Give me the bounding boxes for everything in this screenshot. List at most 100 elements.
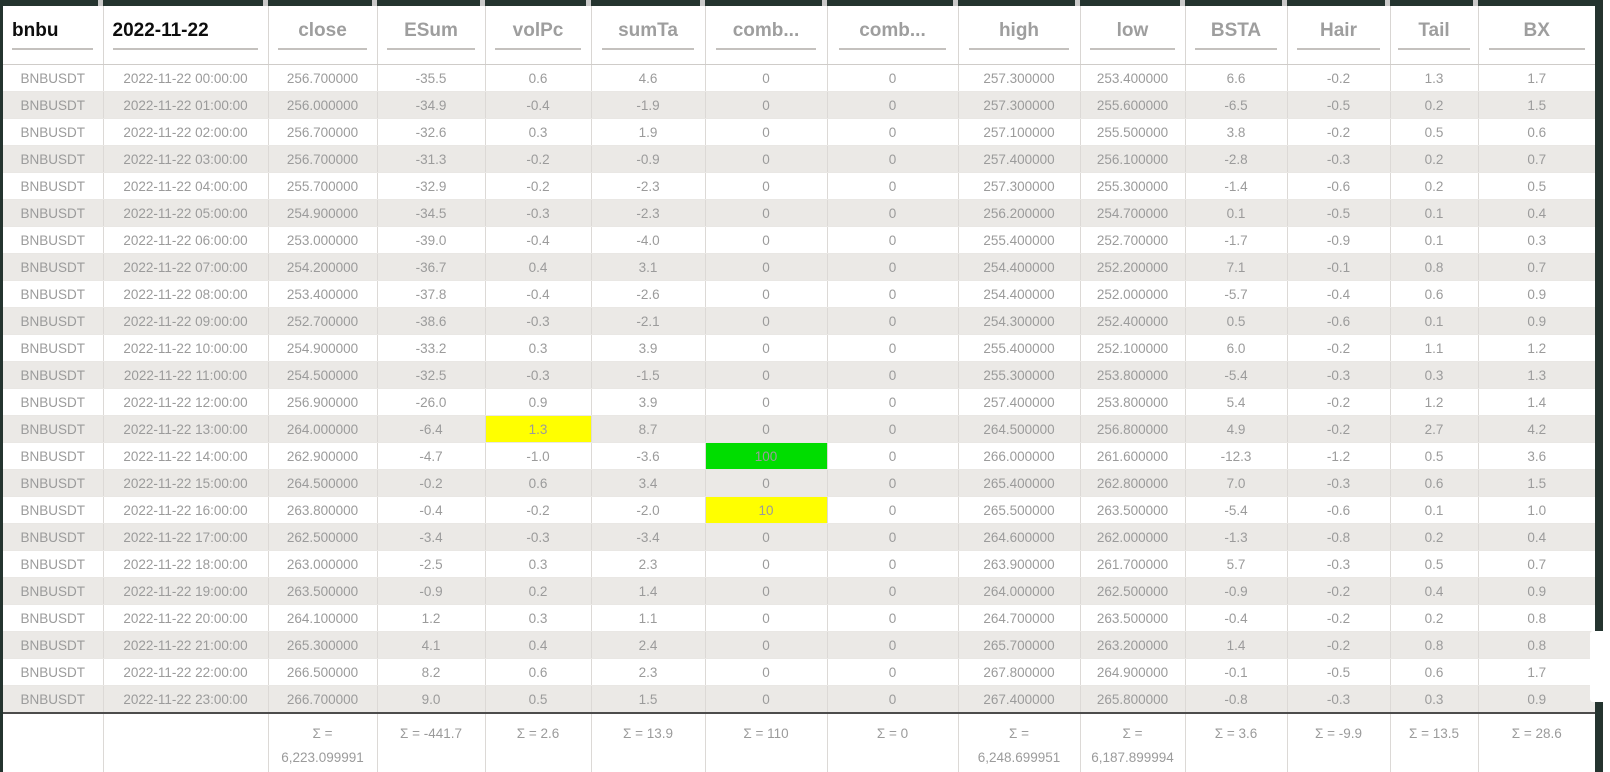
table-row[interactable]: BNBUSDT 2022-11-22 11:00:00 254.500000 -32.…: [3, 361, 1595, 389]
cell: 256.900000: [268, 388, 378, 416]
cell: -1.7: [1185, 226, 1288, 254]
table-row[interactable]: BNBUSDT 2022-11-22 13:00:00 264.000000 -6.4…: [3, 415, 1595, 443]
scrollbar-thumb[interactable]: [1590, 631, 1610, 702]
table-row[interactable]: BNBUSDT 2022-11-22 12:00:00 256.900000 -26.…: [3, 388, 1595, 416]
cell: 252.100000: [1080, 334, 1186, 362]
column-header-label: comb...: [732, 19, 800, 41]
table-row[interactable]: BNBUSDT 2022-11-22 04:00:00 255.700000 -32.…: [3, 172, 1595, 200]
cell: 264.000000: [958, 577, 1081, 605]
top-bar-segment: [1478, 0, 1595, 6]
cell: 0: [827, 172, 959, 200]
cell: 257.300000: [958, 172, 1081, 200]
column-header-comb[interactable]: comb...: [827, 6, 959, 65]
column-header-bnbu[interactable]: bnbu: [3, 6, 104, 65]
table-row[interactable]: BNBUSDT 2022-11-22 02:00:00 256.700000 -32.…: [3, 118, 1595, 146]
table-row[interactable]: BNBUSDT 2022-11-22 20:00:00 264.100000 1.2 0…: [3, 604, 1595, 632]
cell: 256.700000: [268, 118, 378, 146]
table-row[interactable]: BNBUSDT 2022-11-22 17:00:00 262.500000 -3.4…: [3, 523, 1595, 551]
cell: 0.2: [1390, 172, 1479, 200]
cell: BNBUSDT: [3, 415, 104, 443]
table-row[interactable]: BNBUSDT 2022-11-22 07:00:00 254.200000 -36.…: [3, 253, 1595, 281]
table-row[interactable]: BNBUSDT 2022-11-22 01:00:00 256.000000 -34.…: [3, 91, 1595, 119]
cell: 3.9: [591, 388, 706, 416]
cell: -38.6: [377, 307, 486, 335]
cell: 2022-11-22 09:00:00: [103, 307, 269, 335]
cell: 1.7: [1478, 64, 1595, 92]
column-header-2022-11-22[interactable]: 2022-11-22: [103, 6, 269, 65]
table-body: BNBUSDT 2022-11-22 00:00:00 256.700000 -35.…: [3, 64, 1595, 714]
cell: 2.3: [591, 550, 706, 578]
cell: 256.700000: [268, 145, 378, 173]
column-header-low[interactable]: low: [1080, 6, 1186, 65]
cell: 1.4: [1185, 631, 1288, 659]
column-header-sumta[interactable]: sumTa: [591, 6, 706, 65]
cell: 0.3: [1390, 685, 1479, 714]
cell: 0.1: [1390, 496, 1479, 524]
cell: 265.700000: [958, 631, 1081, 659]
cell: 253.800000: [1080, 361, 1186, 389]
table-row[interactable]: BNBUSDT 2022-11-22 10:00:00 254.900000 -33.…: [3, 334, 1595, 362]
table-row[interactable]: BNBUSDT 2022-11-22 18:00:00 263.000000 -2.5…: [3, 550, 1595, 578]
cell: 2022-11-22 02:00:00: [103, 118, 269, 146]
cell: 254.400000: [958, 253, 1081, 281]
cell: 0.3: [485, 118, 592, 146]
cell: 253.400000: [1080, 64, 1186, 92]
table-row[interactable]: BNBUSDT 2022-11-22 14:00:00 262.900000 -4.7…: [3, 442, 1595, 470]
cell: 0.8: [1390, 631, 1479, 659]
cell: -32.5: [377, 361, 486, 389]
cell: -0.9: [1185, 577, 1288, 605]
column-header-hair[interactable]: Hair: [1287, 6, 1391, 65]
table-row[interactable]: BNBUSDT 2022-11-22 09:00:00 252.700000 -38.…: [3, 307, 1595, 335]
cell: 263.800000: [268, 496, 378, 524]
cell: -0.6: [1287, 172, 1391, 200]
table-row[interactable]: BNBUSDT 2022-11-22 21:00:00 265.300000 4.1 0…: [3, 631, 1595, 659]
column-header-high[interactable]: high: [958, 6, 1081, 65]
cell: -2.3: [591, 199, 706, 227]
cell: 5.4: [1185, 388, 1288, 416]
column-header-bx[interactable]: BX: [1478, 6, 1595, 65]
total-cell: Σ = 13.5: [1390, 712, 1479, 772]
cell: 2022-11-22 18:00:00: [103, 550, 269, 578]
column-header-esum[interactable]: ESum: [377, 6, 486, 65]
table-row[interactable]: BNBUSDT 2022-11-22 05:00:00 254.900000 -34.…: [3, 199, 1595, 227]
column-header-volpc[interactable]: volPc: [485, 6, 592, 65]
cell: 263.900000: [958, 550, 1081, 578]
cell: 2022-11-22 22:00:00: [103, 658, 269, 686]
column-header-label: high: [998, 19, 1040, 41]
header-underline: [1296, 47, 1381, 50]
cell: 254.900000: [268, 334, 378, 362]
cell: 0.2: [1390, 145, 1479, 173]
table-row[interactable]: BNBUSDT 2022-11-22 15:00:00 264.500000 -0.2…: [3, 469, 1595, 497]
column-header-bsta[interactable]: BSTA: [1185, 6, 1288, 65]
table-row[interactable]: BNBUSDT 2022-11-22 22:00:00 266.500000 8.2 0…: [3, 658, 1595, 686]
table-row[interactable]: BNBUSDT 2022-11-22 08:00:00 253.400000 -37.…: [3, 280, 1595, 308]
cell: 0: [827, 253, 959, 281]
cell: -0.1: [1185, 658, 1288, 686]
column-header-comb[interactable]: comb...: [705, 6, 828, 65]
table-row[interactable]: BNBUSDT 2022-11-22 06:00:00 253.000000 -39.…: [3, 226, 1595, 254]
cell: -0.6: [1287, 307, 1391, 335]
cell: 263.000000: [268, 550, 378, 578]
column-header-label: volPc: [512, 19, 564, 41]
table-row[interactable]: BNBUSDT 2022-11-22 00:00:00 256.700000 -35.…: [3, 64, 1595, 92]
cell: 2022-11-22 12:00:00: [103, 388, 269, 416]
column-header-close[interactable]: close: [268, 6, 378, 65]
cell: 0.3: [485, 550, 592, 578]
cell: 0.1: [1390, 199, 1479, 227]
cell: 253.000000: [268, 226, 378, 254]
cell: -0.4: [485, 226, 592, 254]
table-row[interactable]: BNBUSDT 2022-11-22 23:00:00 266.700000 9.0 0…: [3, 685, 1595, 714]
highlight-cell: 100: [705, 442, 828, 470]
cell: 0: [827, 523, 959, 551]
table-row[interactable]: BNBUSDT 2022-11-22 19:00:00 263.500000 -0.9…: [3, 577, 1595, 605]
table-row[interactable]: BNBUSDT 2022-11-22 03:00:00 256.700000 -31.…: [3, 145, 1595, 173]
column-header-tail[interactable]: Tail: [1390, 6, 1479, 65]
total-cell: Σ = 6,248.699951: [958, 712, 1081, 772]
cell: -0.3: [485, 199, 592, 227]
cell: 264.000000: [268, 415, 378, 443]
top-bar-segment: [3, 0, 98, 6]
cell: 257.400000: [958, 145, 1081, 173]
cell: -0.2: [1287, 388, 1391, 416]
cell: -0.6: [1287, 496, 1391, 524]
table-row[interactable]: BNBUSDT 2022-11-22 16:00:00 263.800000 -0.4…: [3, 496, 1595, 524]
